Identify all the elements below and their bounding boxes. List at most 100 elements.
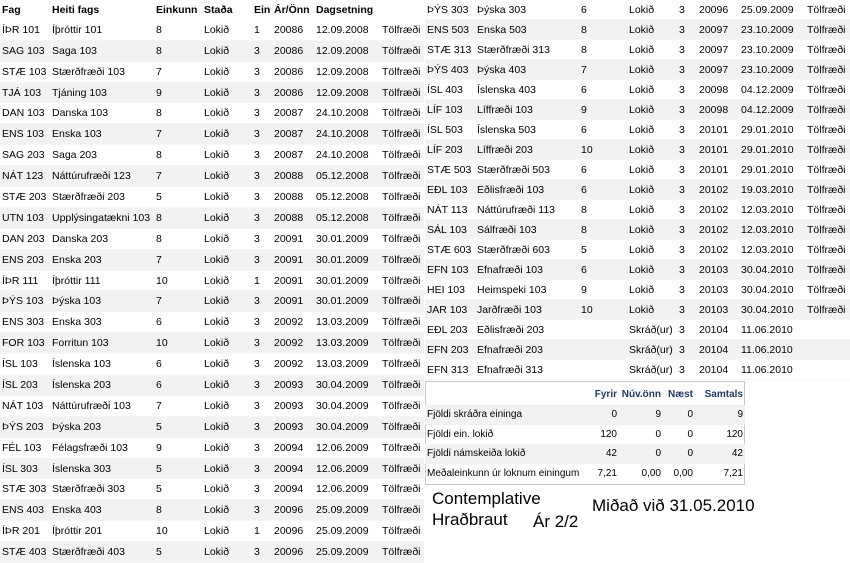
cell-heiti: Íslenska 303 [50,458,154,480]
cell-stada: Lokið [627,299,677,320]
cell-einkunn: 8 [579,219,627,240]
cell-ar-onn: 20091 [272,270,314,292]
cell-heiti: Þýska 403 [475,59,579,80]
cell-einkunn: 6 [579,159,627,180]
cell-dagsetning: 12.09.2008 [314,82,380,104]
cell-dagsetning: 30.04.2010 [739,279,805,300]
summary-value: 9 [619,405,663,425]
cell-einkunn: 7 [154,249,202,271]
cell-ein: 1 [252,270,272,292]
cell-ein: 3 [677,359,697,380]
cell-ein: 3 [677,159,697,180]
cell-ar-onn: 20096 [697,0,739,20]
cell-ein: 3 [677,59,697,80]
table-row: NÁT 123 Náttúrufræði 123 7 Lokið 3 20088 05.12… [0,165,424,188]
cell-ein: 3 [252,541,272,563]
cell-dagsetning: 24.10.2008 [314,102,380,125]
summary-value: 42 [589,444,619,464]
cell-stada: Lokið [202,416,252,438]
cell-tolfraedi: Tölfræði [805,219,850,240]
cell-ar-onn: 20088 [272,207,314,229]
cell-stada: Lokið [627,39,677,60]
cell-dagsetning: 30.01.2009 [314,270,380,292]
cell-dagsetning: 12.09.2008 [314,40,380,62]
col-header-einkunn: Einkunn [156,3,198,16]
cell-tolfraedi: Tölfræði [805,39,850,60]
cell-fag: ÍÞR 201 [0,520,50,543]
cell-heiti: Efnafræði 103 [475,259,579,280]
cell-heiti: Danska 103 [50,102,154,125]
cell-dagsetning: 13.03.2009 [314,353,380,376]
cell-fag: JAR 103 [425,299,475,320]
cell-stada: Lokið [202,186,252,208]
cell-fag: ÍÞR 101 [0,19,50,41]
cell-dagsetning: 11.06.2010 [739,319,805,340]
cell-tolfraedi: Tölfræði [805,59,850,80]
table-row: ÞÝS 103 Þýska 103 7 Lokið 3 20091 30.01.2009 Tö… [0,290,424,313]
cell-ar-onn: 20101 [697,119,739,140]
summary-value: 9 [695,405,745,425]
cell-stada: Lokið [627,159,677,180]
cell-stada: Lokið [627,239,677,260]
cell-tolfraedi: Tölfræði [805,299,850,320]
cell-fag: DAN 203 [0,228,50,250]
cell-tolfraedi: Tölfræði [805,139,850,160]
summary-label: Fjöldi skráðra eininga [425,405,589,425]
cell-fag: ENS 103 [0,123,50,146]
cell-fag: ÍSL 103 [0,353,50,376]
cell-ar-onn: 20086 [272,19,314,41]
cell-stada: Lokið [202,311,252,334]
summary-value: 0,00 [641,467,661,479]
cell-einkunn: 7 [579,59,627,80]
cell-fag: ENS 203 [0,249,50,271]
cell-ar-onn: 20096 [272,499,314,522]
col-header-ar-onn: Ár/Önn [274,3,310,16]
cell-einkunn: 5 [154,478,202,501]
cell-ar-onn: 20094 [272,437,314,459]
cell-stada: Lokið [202,207,252,229]
cell-ein: 3 [252,228,272,250]
cell-heiti: Enska 503 [475,19,579,40]
cell-heiti: Náttúrufræði 123 [50,165,154,188]
cell-einkunn: 8 [154,40,202,62]
summary-value: 0 [663,444,695,464]
cell-ein: 3 [252,207,272,229]
cell-dagsetning: 12.09.2008 [314,61,380,83]
summary-value: 0 [655,428,661,440]
cell-tolfraedi: Tölfræði [380,332,424,355]
cell-stada: Lokið [202,374,252,396]
table-row: ÍÞR 201 Íþróttir 201 10 Lokið 1 20096 25.09.20… [0,520,424,543]
cell-heiti: Stærðfræði 313 [475,39,579,60]
cell-ar-onn: 20094 [272,478,314,501]
col-header-ein: Ein [254,3,271,16]
cell-einkunn: 10 [154,332,202,355]
cell-heiti: Þýska 303 [475,0,579,20]
cell-stada: Lokið [202,499,252,522]
table-row: EÐL 103 Eðlisfræði 103 6 Lokið 3 20102 19.03.2… [425,179,850,200]
table-row: EFN 103 Efnafræði 103 6 Lokið 3 20103 30.04.20… [425,259,850,280]
summary-value: 7,21 [597,467,617,479]
cell-heiti: Íslenska 203 [50,374,154,396]
cell-stada: Lokið [627,139,677,160]
table-row: ÍSL 203 Íslenska 203 6 Lokið 3 20093 30.04.200… [0,374,424,396]
col-header-empty [380,0,424,20]
cell-fag: STÆ 503 [425,159,475,180]
cell-dagsetning: 05.12.2008 [314,186,380,208]
cell-ein: 3 [677,39,697,60]
cell-ein: 3 [252,332,272,355]
footer-date-note: Miðað við 31.05.2010 [592,496,755,515]
cell-ar-onn: 20102 [697,179,739,200]
cell-heiti: Upplýsingatækni 103 [50,207,154,229]
cell-stada: Lokið [202,478,252,501]
cell-tolfraedi: Tölfræði [380,437,424,459]
courses-table-left: Fag Heiti fags Einkunn Staða Ein Ár/Önn … [0,0,424,563]
cell-dagsetning: 23.10.2009 [739,19,805,40]
table-row: SAG 103 Saga 103 8 Lokið 3 20086 12.09.2008 Töl… [0,40,424,62]
table-row: ÍSL 503 Íslenska 503 6 Lokið 3 20101 29.01.201… [425,119,850,140]
cell-fag: FÉL 103 [0,437,50,459]
cell-heiti: Náttúrufræði 103 [50,395,154,417]
cell-ar-onn: 20101 [697,159,739,180]
cell-dagsetning: 04.12.2009 [739,99,805,120]
cell-heiti: Eðlisfræði 103 [475,179,579,200]
cell-dagsetning: 11.06.2010 [739,339,805,360]
